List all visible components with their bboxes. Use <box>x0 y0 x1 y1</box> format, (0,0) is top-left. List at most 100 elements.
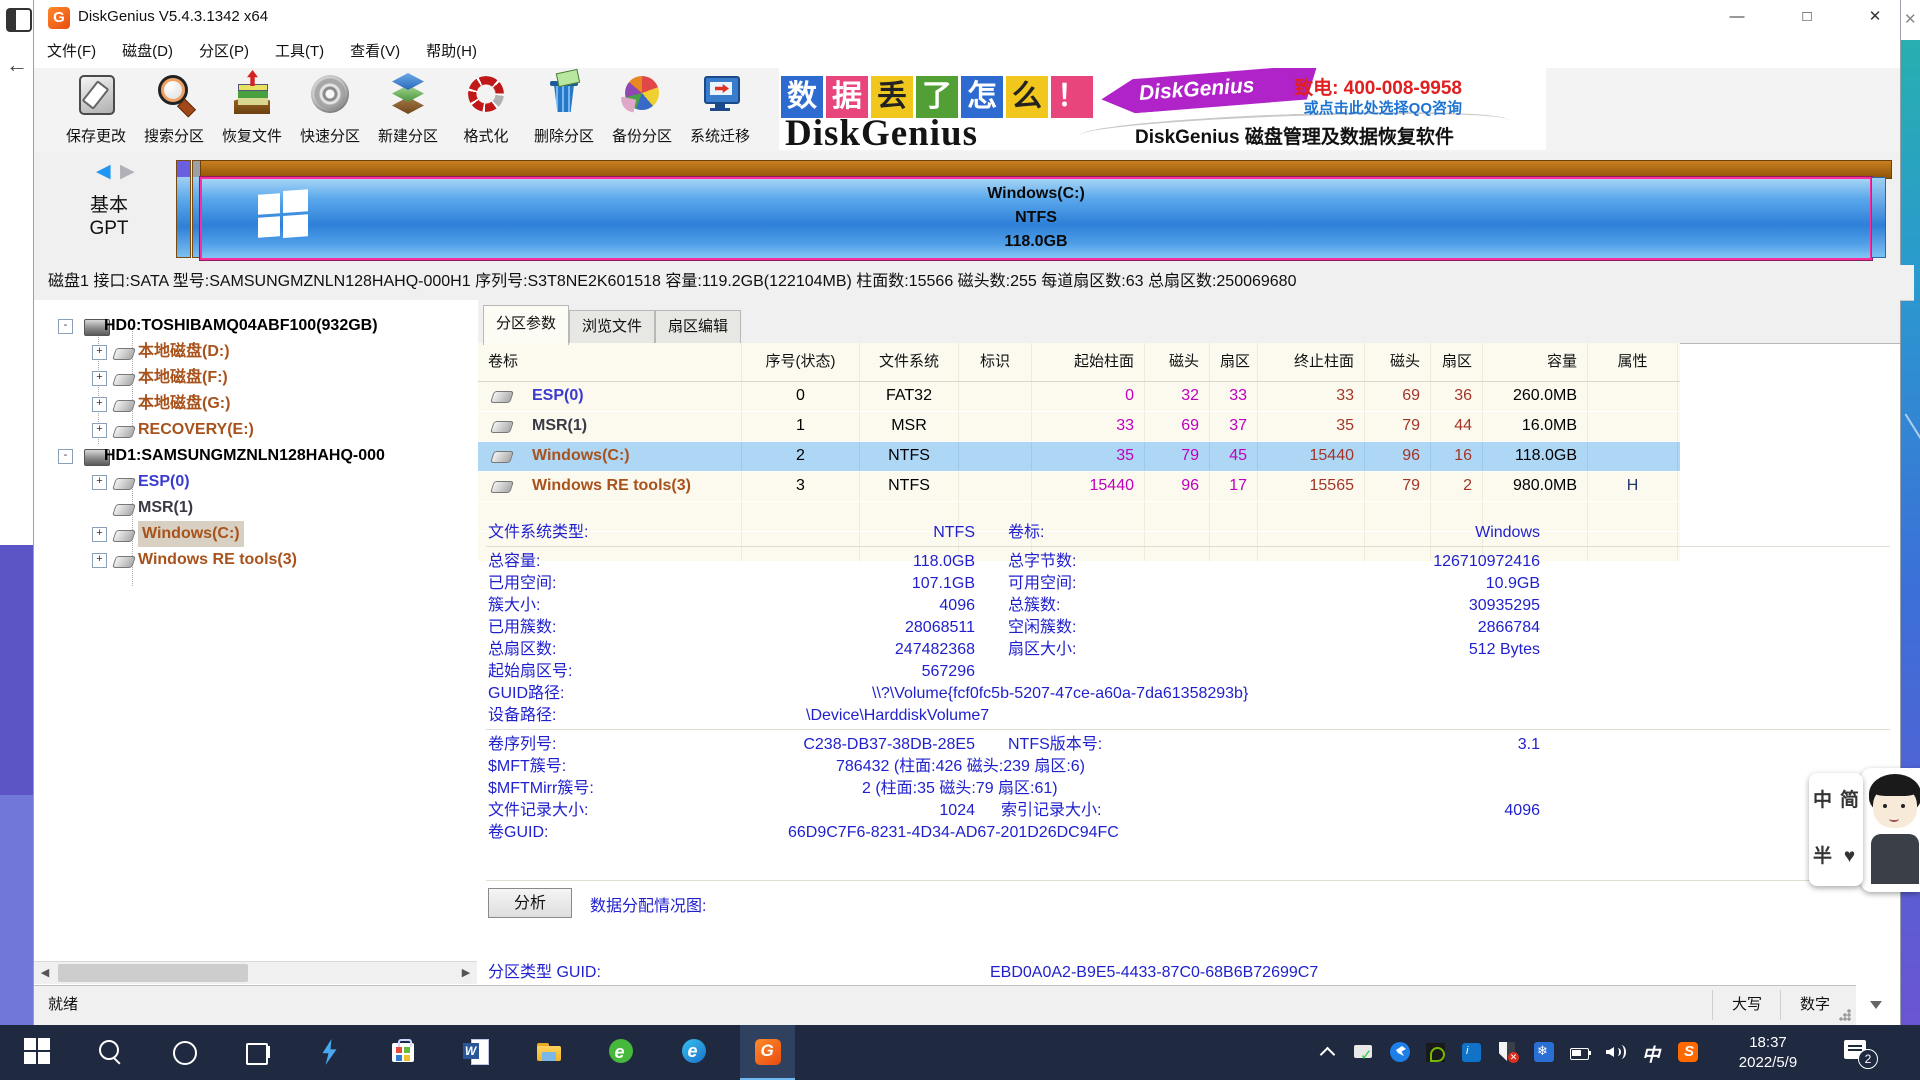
tree-item-esp-0-[interactable]: +ESP(0) <box>34 469 478 495</box>
tray-security-shield[interactable]: ✕ <box>1490 1025 1526 1080</box>
menu-item-6[interactable]: 帮助(H) <box>413 36 490 68</box>
taskbar-app-browser-360[interactable]: e <box>594 1025 649 1080</box>
partition-block-windows-c[interactable]: Windows(C:) NTFS 118.0GB <box>200 177 1872 260</box>
toolbar-button-format[interactable]: 格式化 <box>448 70 524 150</box>
tab-浏览文件[interactable]: 浏览文件 <box>569 310 655 343</box>
menu-item-5[interactable]: 查看(V) <box>337 36 413 68</box>
toolbar-button-delete-partition[interactable]: 删除分区 <box>526 70 602 150</box>
column-header[interactable]: 扇区 <box>1210 343 1258 381</box>
taskbar-app-diskgenius[interactable]: G <box>740 1025 795 1080</box>
table-row[interactable]: ESP(0)0FAT3203233336936260.0MB <box>478 382 1680 412</box>
scroll-left-icon[interactable]: ◀ <box>34 962 56 984</box>
tray-ime-indicator[interactable]: 中 <box>1634 1025 1670 1080</box>
taskbar-app-start[interactable] <box>10 1025 65 1080</box>
tree-item-msr-1-[interactable]: MSR(1) <box>34 495 478 521</box>
tree-item--f-[interactable]: +本地磁盘(F:) <box>34 365 478 391</box>
taskbar-clock[interactable]: 18:37 2022/5/9 <box>1720 1025 1816 1080</box>
ime-status-widget[interactable]: 中简半♥ <box>1809 773 1863 886</box>
table-row[interactable]: Windows(C:)2NTFS357945154409616118.0GB <box>478 442 1680 472</box>
table-row[interactable]: MSR(1)1MSR33693735794416.0MB <box>478 412 1680 442</box>
table-cell <box>959 442 1032 471</box>
toolbar-button-quick-partition[interactable]: 快速分区 <box>292 70 368 150</box>
column-header[interactable]: 磁头 <box>1145 343 1210 381</box>
tray-sogou[interactable]: S <box>1670 1025 1706 1080</box>
taskbar-app-cortana[interactable] <box>156 1025 211 1080</box>
table-cell: 0 <box>742 382 860 411</box>
expand-icon[interactable]: + <box>92 345 107 360</box>
taskbar-app-word[interactable]: W <box>448 1025 503 1080</box>
tree-item-hd0-toshibamq04abf100-932gb-[interactable]: -HD0:TOSHIBAMQ04ABF100(932GB) <box>34 313 478 339</box>
close-button[interactable]: ✕ <box>1852 0 1898 36</box>
tree-item-windows-c-[interactable]: +Windows(C:) <box>34 521 478 547</box>
toolbar-button-system-migrate[interactable]: 系统迁移 <box>682 70 758 150</box>
taskbar-app-taskbar-search[interactable] <box>83 1025 138 1080</box>
expand-icon[interactable]: + <box>92 553 107 568</box>
table-row[interactable]: Windows RE tools(3)3NTFS1544096171556579… <box>478 472 1680 502</box>
tree-item-recovery-e-[interactable]: +RECOVERY(E:) <box>34 417 478 443</box>
scroll-right-icon[interactable]: ▶ <box>455 962 477 984</box>
tab-分区参数[interactable]: 分区参数 <box>483 305 569 345</box>
tray-nvidia[interactable] <box>1418 1025 1454 1080</box>
taskbar-app-file-explorer[interactable] <box>521 1025 576 1080</box>
tray-battery[interactable] <box>1562 1025 1598 1080</box>
column-header[interactable]: 终止柱面 <box>1258 343 1365 381</box>
expand-icon[interactable]: + <box>92 371 107 386</box>
tree-item-hd1-samsungmznln128hahq-000[interactable]: -HD1:SAMSUNGMZNLN128HAHQ-000 <box>34 443 478 469</box>
column-header[interactable]: 文件系统 <box>860 343 959 381</box>
analyze-button[interactable]: 分析 <box>488 888 572 918</box>
toolbar-button-new-partition[interactable]: 新建分区 <box>370 70 446 150</box>
tray-intel-graphics[interactable]: i <box>1454 1025 1490 1080</box>
tree-item--g-[interactable]: +本地磁盘(G:) <box>34 391 478 417</box>
toolbar-button-search-partition[interactable]: 搜索分区 <box>136 70 212 150</box>
menu-item-2[interactable]: 磁盘(D) <box>109 36 186 68</box>
action-center-button[interactable]: 2 <box>1830 1025 1900 1080</box>
ad-qq-link[interactable]: 或点击此处选择QQ咨询 <box>1304 97 1462 118</box>
collapse-icon[interactable]: - <box>58 449 73 464</box>
menu-item-3[interactable]: 分区(P) <box>186 36 262 68</box>
column-header[interactable]: 标识 <box>959 343 1032 381</box>
taskbar-app-task-view[interactable] <box>229 1025 284 1080</box>
next-disk-arrow-icon[interactable]: ▶ <box>120 160 135 183</box>
taskbar-app-microsoft-store[interactable] <box>375 1025 430 1080</box>
expand-icon[interactable]: + <box>92 423 107 438</box>
expand-icon[interactable]: + <box>92 397 107 412</box>
toolbar-button-save-changes[interactable]: 保存更改 <box>58 70 134 150</box>
tree-item-windows-re-tools-3-[interactable]: +Windows RE tools(3) <box>34 547 478 573</box>
scrollbar-thumb[interactable] <box>58 964 248 982</box>
column-header[interactable]: 容量 <box>1483 343 1588 381</box>
partition-block-re-tools[interactable] <box>1871 177 1886 258</box>
column-header[interactable]: 磁头 <box>1365 343 1431 381</box>
tray-printer[interactable]: ✓ <box>1346 1025 1382 1080</box>
collapse-icon[interactable]: - <box>58 319 73 334</box>
tree-horizontal-scrollbar[interactable]: ◀ ▶ <box>34 961 477 984</box>
nvidia-icon <box>1424 1040 1448 1064</box>
toolbar-button-backup-partition[interactable]: 备份分区 <box>604 70 680 150</box>
expand-icon[interactable]: + <box>92 527 107 542</box>
expand-icon[interactable]: + <box>92 475 107 490</box>
column-header[interactable]: 序号(状态) <box>742 343 860 381</box>
maximize-button[interactable]: □ <box>1784 0 1830 36</box>
banner-ad[interactable]: 数据丢了怎么！ DiskGenius DiskGenius 致电: 400-00… <box>779 68 1546 150</box>
partition-block-esp[interactable] <box>176 160 191 258</box>
menu-item-4[interactable]: 工具(T) <box>262 36 337 68</box>
minimize-button[interactable]: — <box>1714 0 1760 36</box>
column-header[interactable]: 卷标 <box>478 343 742 381</box>
tray-thunder[interactable] <box>1382 1025 1418 1080</box>
table-cell: 35 <box>1032 442 1145 471</box>
resize-grip[interactable] <box>1838 1008 1852 1022</box>
tray-snowflake[interactable]: ❄ <box>1526 1025 1562 1080</box>
prev-disk-arrow-icon[interactable]: ◀ <box>96 160 111 183</box>
status-bar: 就绪 大写 数字 <box>34 985 1856 1026</box>
column-header[interactable]: 属性 <box>1588 343 1678 381</box>
tab-扇区编辑[interactable]: 扇区编辑 <box>655 310 741 343</box>
title-bar: G DiskGenius V5.4.3.1342 x64 — □ ✕ <box>34 0 1900 36</box>
column-header[interactable]: 扇区 <box>1431 343 1483 381</box>
column-header[interactable]: 起始柱面 <box>1032 343 1145 381</box>
toolbar-button-recover-files[interactable]: 恢复文件 <box>214 70 290 150</box>
menu-item-1[interactable]: 文件(F) <box>34 36 109 68</box>
tray-chevron-up[interactable] <box>1310 1025 1346 1080</box>
taskbar-app-flash-app[interactable] <box>302 1025 357 1080</box>
tree-item--d-[interactable]: +本地磁盘(D:) <box>34 339 478 365</box>
taskbar-app-edge[interactable]: e <box>667 1025 722 1080</box>
tray-volume[interactable] <box>1598 1025 1634 1080</box>
